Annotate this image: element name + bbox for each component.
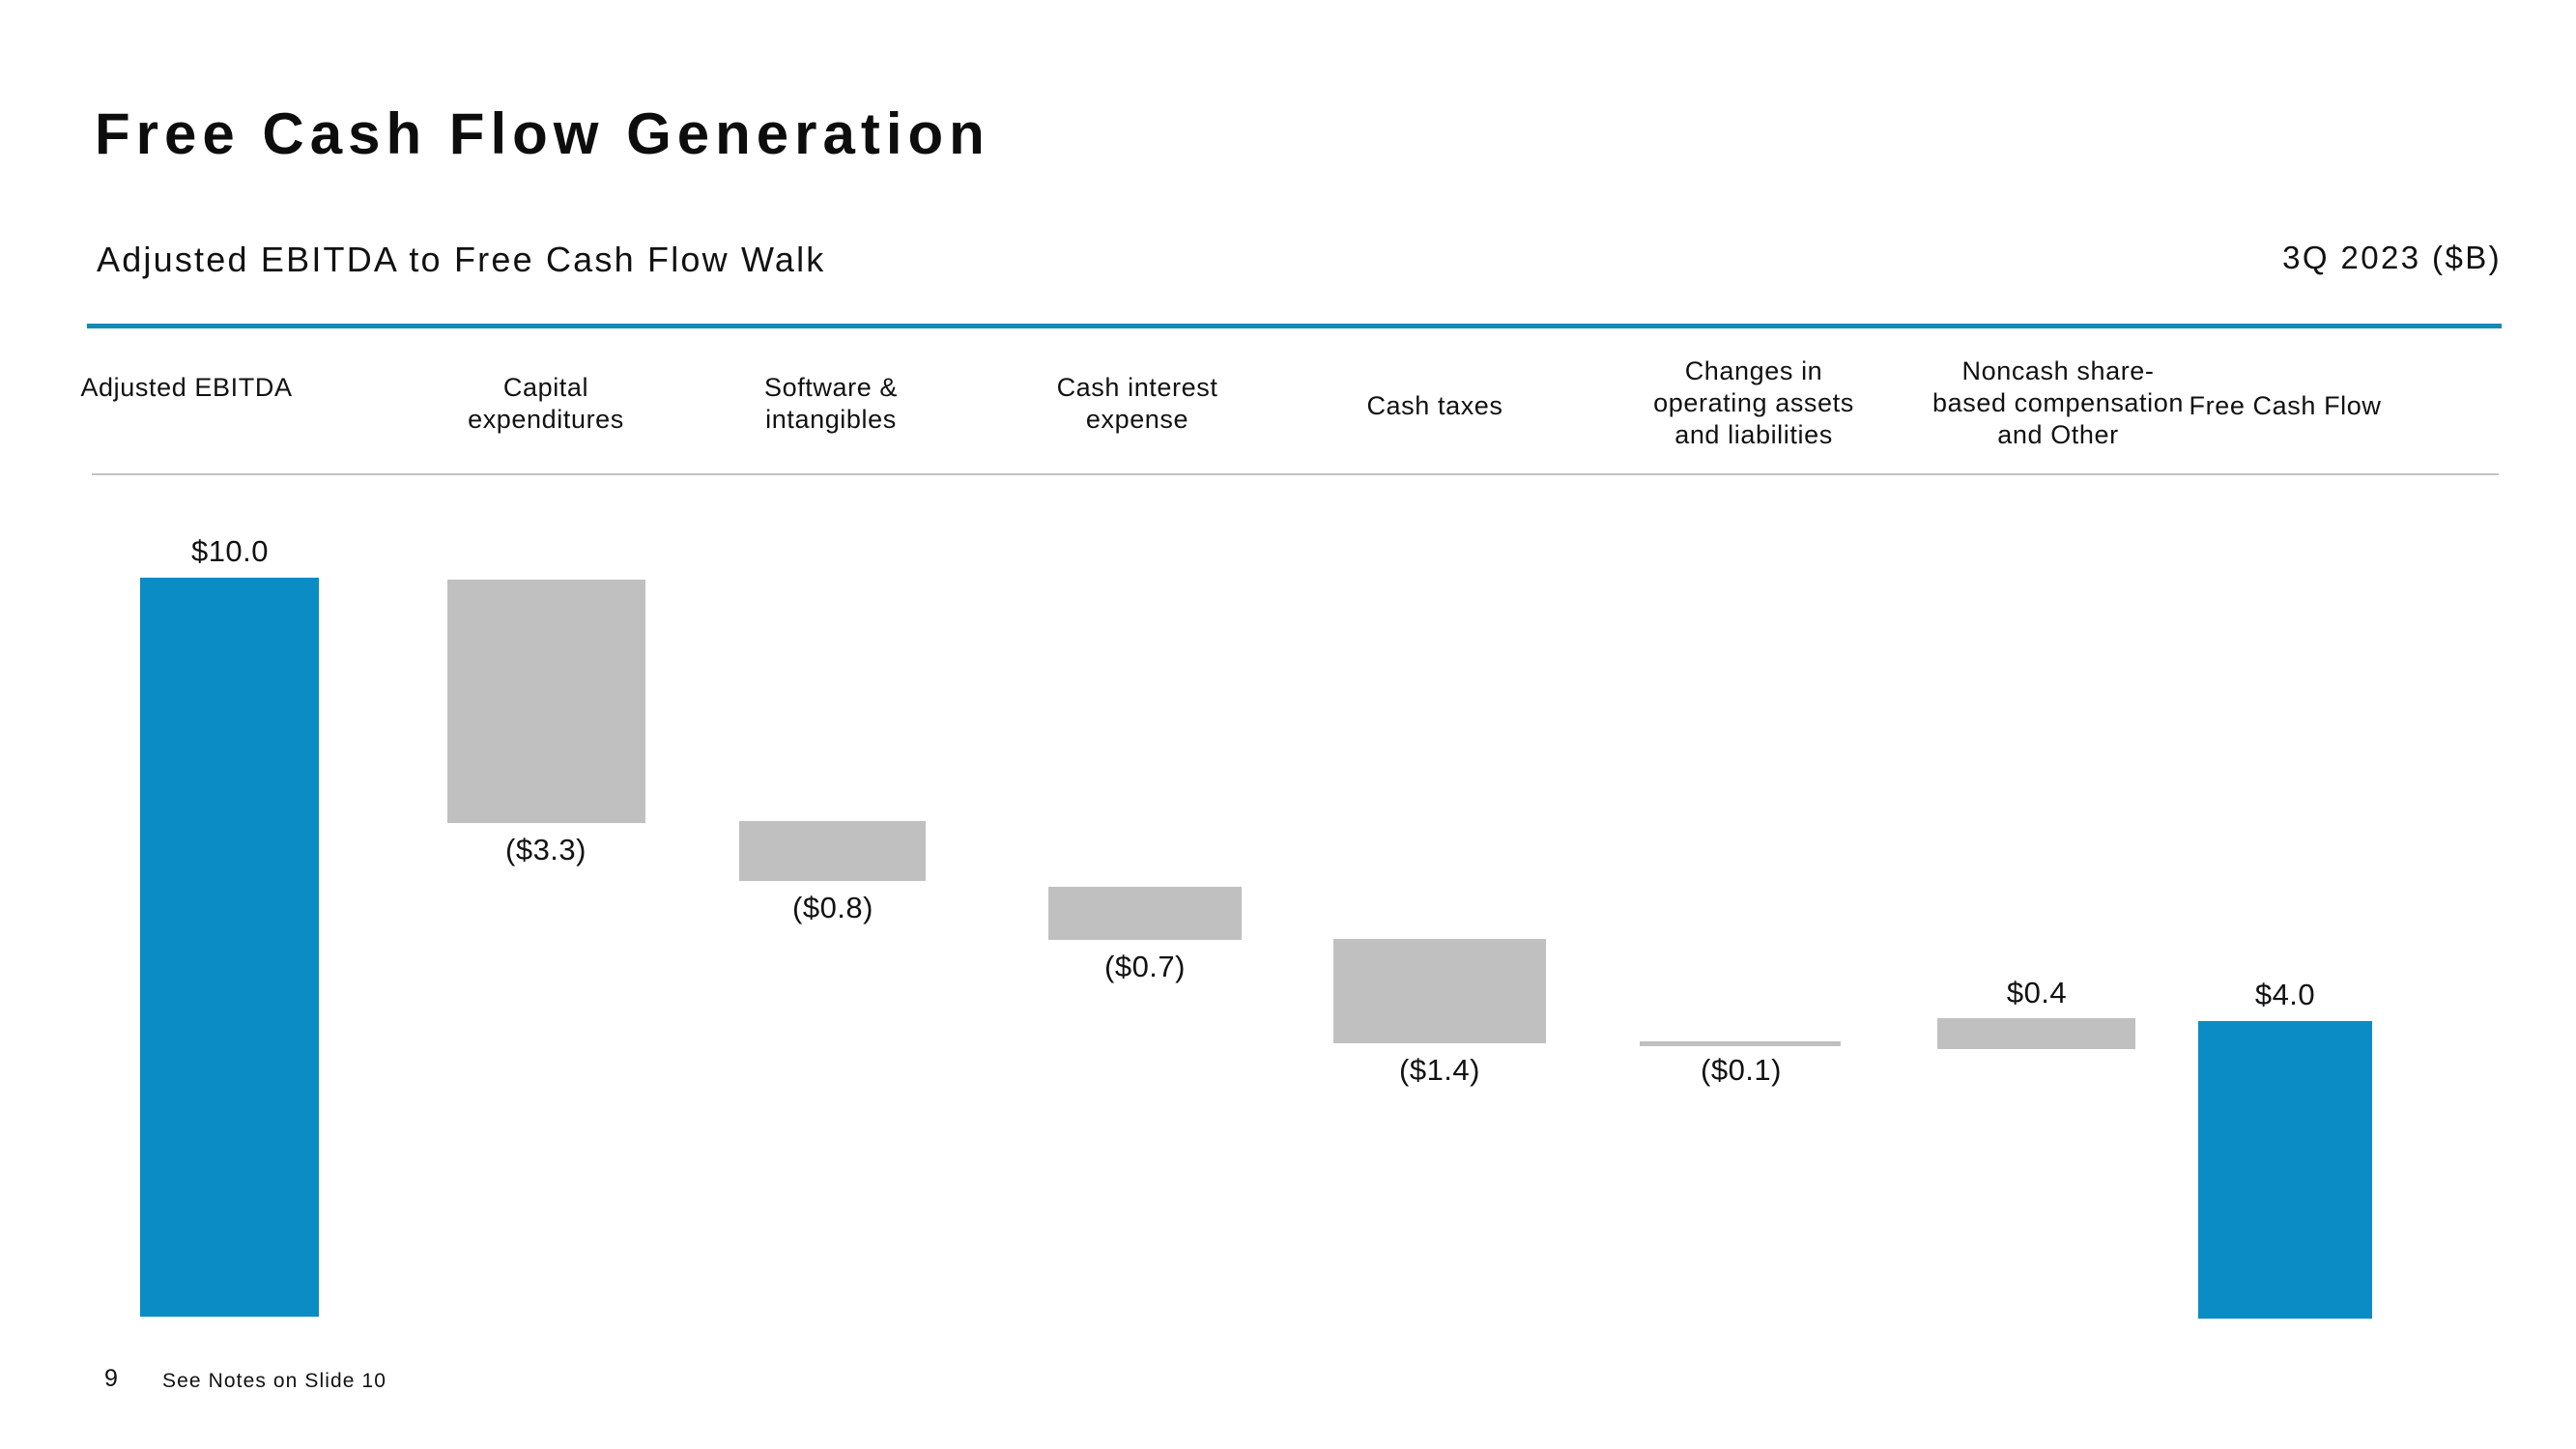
bar-cash-taxes	[1333, 939, 1546, 1043]
bar-cash-interest-expense	[1048, 887, 1242, 940]
bar-label-cash-taxes: ($1.4)	[1399, 1053, 1480, 1087]
bar-free-cash-flow	[2198, 1021, 2372, 1319]
bar-label-cash-interest-expense: ($0.7)	[1104, 950, 1186, 983]
bar-label-noncash-share-based-compensation: $0.4	[2006, 976, 2068, 1009]
bar-changes-in-operating-assets	[1640, 1041, 1841, 1046]
page-number: 9	[104, 1365, 118, 1392]
bar-adjusted-ebitda	[140, 578, 319, 1317]
bar-label-software-intangibles: ($0.8)	[792, 891, 873, 924]
bar-label-changes-in-operating-assets: ($0.1)	[1701, 1053, 1782, 1087]
waterfall-chart: $10.0 ($3.3) ($0.8) ($0.7) ($1.4) ($0.1)…	[0, 0, 2576, 1449]
bar-capital-expenditures	[447, 580, 645, 823]
bar-label-capital-expenditures: ($3.3)	[505, 833, 587, 867]
bar-label-adjusted-ebitda: $10.0	[190, 534, 270, 568]
bar-software-intangibles	[739, 821, 926, 881]
footnote: See Notes on Slide 10	[162, 1370, 387, 1392]
bar-noncash-share-based-compensation	[1937, 1018, 2135, 1049]
slide-free-cash-flow-generation: Free Cash Flow Generation Adjusted EBITD…	[0, 0, 2576, 1449]
bar-label-free-cash-flow: $4.0	[2254, 978, 2316, 1011]
